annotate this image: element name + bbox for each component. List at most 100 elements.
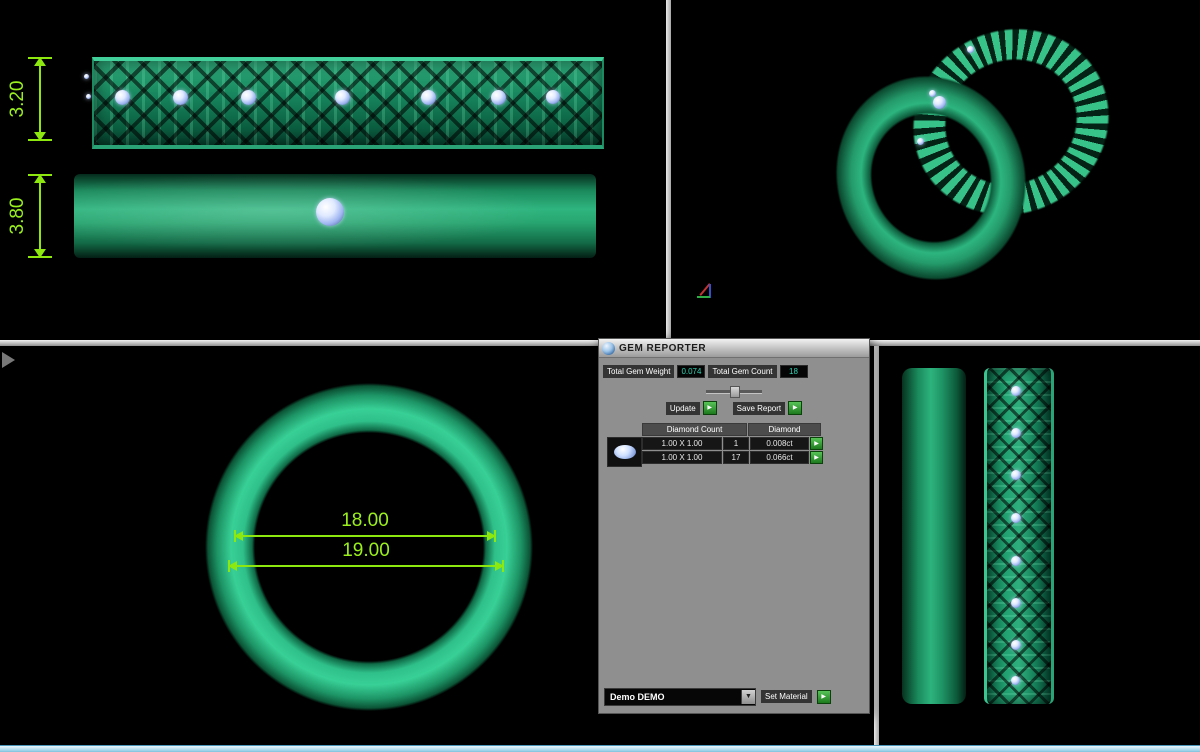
gem-table-header: Diamond Count Diamond <box>642 423 861 436</box>
total-gem-weight-value: 0.074 <box>677 365 705 378</box>
dim-value-outer-diameter: 19.00 <box>342 540 390 562</box>
table-row[interactable]: 1.00 X 1.00 17 0.066ct ▶ <box>642 451 861 464</box>
save-report-label: Save Report <box>733 402 785 415</box>
play-icon: ▶ <box>793 405 798 411</box>
header-diamond: Diamond <box>748 423 821 436</box>
gem-count-cell: 17 <box>723 451 749 464</box>
gem-icon <box>1011 676 1020 685</box>
axis-indicator <box>695 280 719 304</box>
ring-ornate-band-front <box>984 368 1054 704</box>
total-gem-weight-label: Total Gem Weight <box>603 365 674 378</box>
gem-icon <box>173 90 188 105</box>
dimension-shank-height: 3.80 <box>6 174 52 258</box>
viewport-side-view[interactable]: 3.20 3.80 <box>0 0 666 340</box>
gem-size-cell: 1.00 X 1.00 <box>642 451 722 464</box>
gem-icon <box>316 198 344 226</box>
save-report-group: Save Report ▶ <box>733 401 802 415</box>
gem-size-cell: 1.00 X 1.00 <box>642 437 722 450</box>
gem-icon <box>335 90 350 105</box>
dim-value-inner-diameter: 18.00 <box>341 510 389 532</box>
gem-preview-cell <box>607 437 642 467</box>
gem-icon <box>933 96 946 109</box>
gem-icon <box>1011 386 1021 396</box>
status-bar <box>0 745 1200 752</box>
dimension-outer-diameter: 19.00 <box>228 542 504 572</box>
update-group: Update ▶ <box>666 401 717 415</box>
diamond-icon <box>614 445 636 459</box>
gem-icon <box>917 138 924 145</box>
play-icon: ▶ <box>814 455 819 461</box>
dim-tick <box>228 560 230 572</box>
viewport-front-view[interactable] <box>879 346 1200 745</box>
gem-icon <box>86 94 91 99</box>
dim-line <box>39 64 41 134</box>
table-row[interactable]: 1.00 X 1.00 1 0.008ct ▶ <box>642 437 861 450</box>
gem-weight-cell: 0.066ct <box>750 451 809 464</box>
dim-line <box>235 565 497 567</box>
gem-icon <box>1011 428 1021 438</box>
actions-row: Update ▶ Save Report ▶ <box>599 401 869 415</box>
gem-icon <box>84 74 89 79</box>
material-dropdown-value: Demo DEMO <box>605 692 741 702</box>
total-gem-count-label: Total Gem Count <box>708 365 776 378</box>
row-select-button[interactable]: ▶ <box>810 437 823 450</box>
set-material-label: Set Material <box>761 690 812 703</box>
slider-thumb[interactable] <box>730 386 740 398</box>
total-gem-count-value: 18 <box>780 365 808 378</box>
dim-tick <box>28 139 52 141</box>
gem-icon <box>1011 513 1021 523</box>
gem-icon <box>967 46 974 53</box>
gem-icon <box>241 90 256 105</box>
gem-reporter-icon <box>602 342 615 355</box>
dim-line <box>241 535 489 537</box>
gem-icon <box>1011 470 1021 480</box>
dim-tick <box>494 530 496 542</box>
gem-icon <box>546 90 560 104</box>
set-material-button[interactable]: ▶ <box>817 690 831 704</box>
gem-icon <box>115 90 130 105</box>
dim-tick <box>28 57 52 59</box>
axis-y-icon <box>697 296 710 298</box>
ring-plain-band-front <box>902 368 966 704</box>
dimension-band-height: 3.20 <box>6 57 52 141</box>
axis-arrow-icon <box>2 352 15 368</box>
dim-tick <box>502 560 504 572</box>
viewport-divider-vertical-top[interactable] <box>666 0 671 340</box>
viewport-divider-vertical-bottom[interactable] <box>874 346 879 745</box>
material-dropdown[interactable]: Demo DEMO ▼ <box>604 688 756 706</box>
play-icon: ▶ <box>707 405 712 411</box>
play-icon: ▶ <box>814 441 819 447</box>
gem-reporter-panel: GEM REPORTER Total Gem Weight 0.074 Tota… <box>598 338 870 714</box>
panel-title: GEM REPORTER <box>619 343 706 354</box>
dim-line <box>39 181 41 251</box>
dim-value-band-height: 3.20 <box>7 75 29 123</box>
gem-weight-cell: 0.008ct <box>750 437 809 450</box>
dim-value-shank-height: 3.80 <box>7 192 29 240</box>
panel-slider[interactable] <box>706 386 762 396</box>
viewport-perspective-view[interactable] <box>671 0 1200 340</box>
save-report-button[interactable]: ▶ <box>788 401 802 415</box>
header-diamond-count: Diamond Count <box>642 423 747 436</box>
gem-count-cell: 1 <box>723 437 749 450</box>
dimension-inner-diameter: 18.00 <box>234 512 496 542</box>
totals-row: Total Gem Weight 0.074 Total Gem Count 1… <box>603 365 865 378</box>
panel-title-bar[interactable]: GEM REPORTER <box>599 339 869 358</box>
play-icon: ▶ <box>821 694 826 700</box>
gem-icon <box>1011 598 1021 608</box>
cad-workspace: 3.20 3.80 18.00 <box>0 0 1200 752</box>
gem-icon <box>1011 556 1021 566</box>
chevron-down-icon[interactable]: ▼ <box>741 690 755 704</box>
dim-tick <box>28 256 52 258</box>
ring-ornate-band-side <box>92 57 604 149</box>
update-button[interactable]: ▶ <box>703 401 717 415</box>
row-select-button[interactable]: ▶ <box>810 451 823 464</box>
gem-icon <box>491 90 506 105</box>
dim-tick <box>28 174 52 176</box>
dim-tick <box>234 530 236 542</box>
gem-icon <box>421 90 436 105</box>
update-label: Update <box>666 402 700 415</box>
gem-icon <box>1011 640 1021 650</box>
material-row: Demo DEMO ▼ Set Material ▶ <box>604 688 864 705</box>
gem-table: Diamond Count Diamond 1.00 X 1.00 1 0.00… <box>607 423 861 464</box>
gem-icon <box>929 90 936 97</box>
